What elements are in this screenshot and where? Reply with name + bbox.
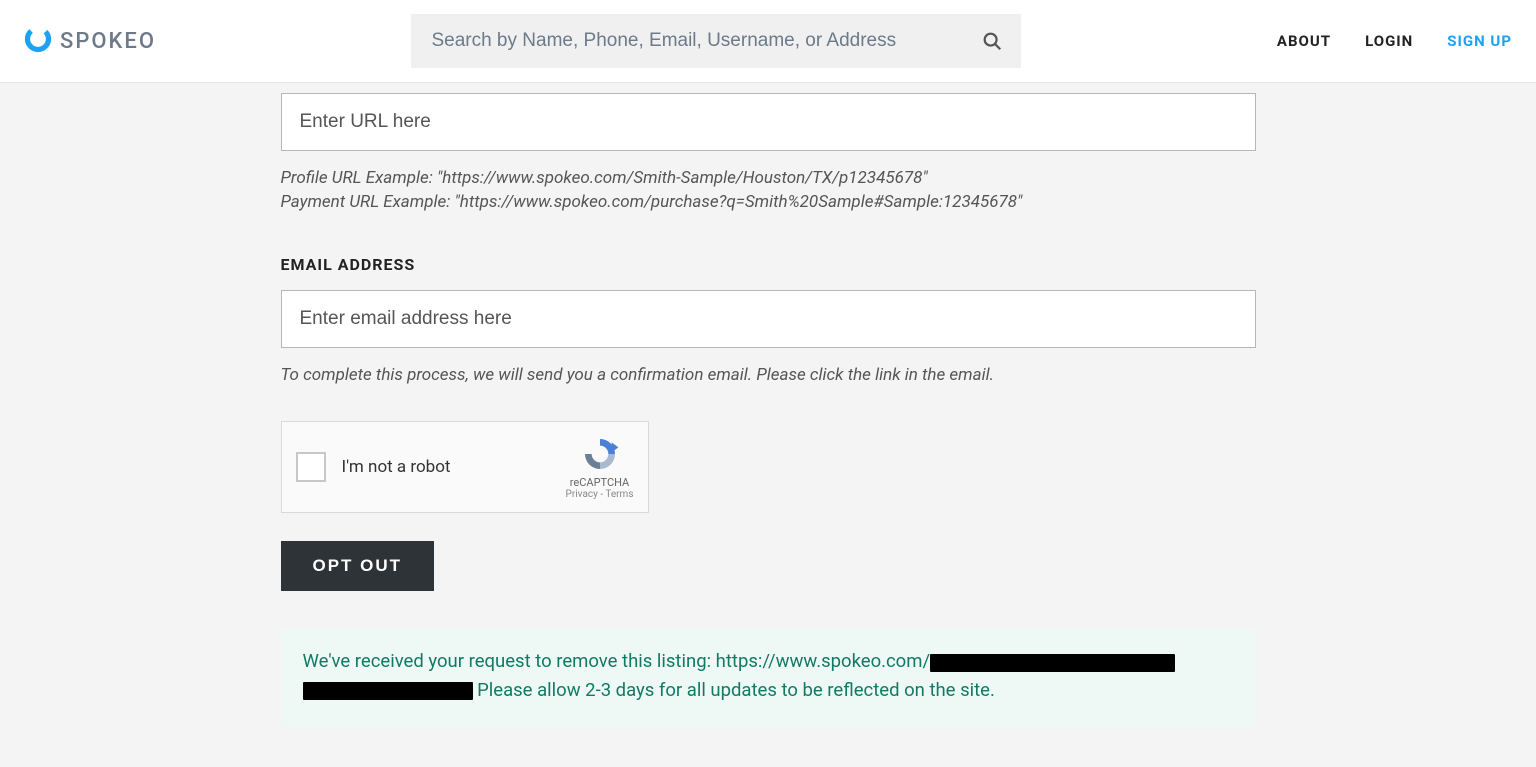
search-input[interactable]: [411, 14, 1021, 68]
recaptcha-widget: I'm not a robot reCAPTCHA Privacy - Term…: [281, 421, 649, 513]
email-input[interactable]: [281, 290, 1256, 348]
url-help-text: Profile URL Example: "https://www.spokeo…: [281, 167, 1256, 215]
nav-signup[interactable]: SIGN UP: [1447, 32, 1512, 50]
recaptcha-brand-text: reCAPTCHA: [566, 476, 634, 489]
recaptcha-icon: [566, 434, 634, 474]
confirmation-text-1: We've received your request to remove th…: [303, 650, 931, 672]
redacted-url-part: [930, 654, 1175, 672]
search-icon[interactable]: [981, 30, 1003, 52]
optout-form: Profile URL Example: "https://www.spokeo…: [281, 83, 1256, 767]
nav-about[interactable]: ABOUT: [1277, 32, 1331, 50]
email-help-text: To complete this process, we will send y…: [281, 364, 1256, 388]
email-label: EMAIL ADDRESS: [281, 255, 1256, 274]
url-input[interactable]: [281, 93, 1256, 151]
url-help-line-2: Payment URL Example: "https://www.spokeo…: [281, 191, 1256, 215]
redacted-id-part: [303, 682, 473, 700]
confirmation-text-2: Please allow 2-3 days for all updates to…: [473, 679, 995, 701]
brand-logo[interactable]: SPOKEO: [24, 25, 156, 57]
site-header: SPOKEO ABOUT LOGIN SIGN UP: [0, 0, 1536, 83]
header-search: [411, 14, 1021, 68]
brand-name: SPOKEO: [60, 29, 156, 54]
recaptcha-brand: reCAPTCHA Privacy - Terms: [566, 434, 634, 501]
optout-button[interactable]: OPT OUT: [281, 541, 435, 591]
recaptcha-links: Privacy - Terms: [566, 489, 634, 501]
recaptcha-label: I'm not a robot: [342, 457, 451, 477]
confirmation-message: We've received your request to remove th…: [281, 629, 1256, 726]
brand-logo-icon: [24, 25, 52, 57]
recaptcha-checkbox[interactable]: [296, 452, 326, 482]
url-help-line-1: Profile URL Example: "https://www.spokeo…: [281, 167, 1256, 191]
nav-login[interactable]: LOGIN: [1365, 32, 1413, 50]
header-nav: ABOUT LOGIN SIGN UP: [1277, 32, 1512, 50]
